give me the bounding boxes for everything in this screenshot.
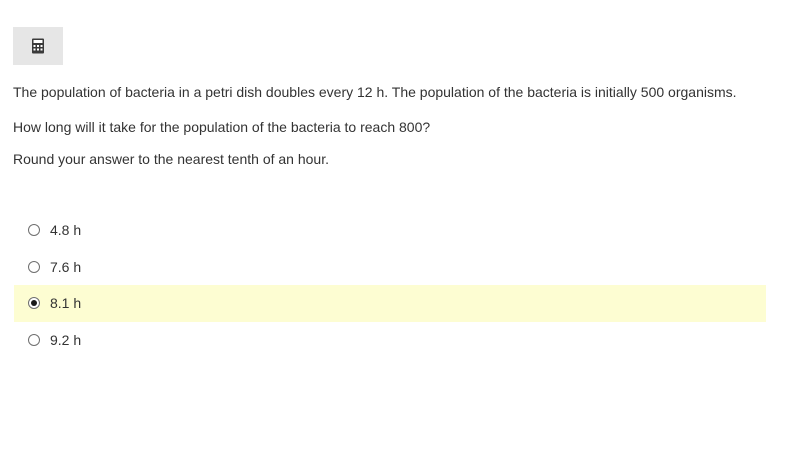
answer-option[interactable]: 9.2 h <box>14 322 766 359</box>
radio-button[interactable] <box>28 224 40 237</box>
question-prompt: How long will it take for the population… <box>13 119 431 135</box>
answer-options: 4.8 h 7.6 h 8.1 h 9.2 h <box>14 212 766 358</box>
answer-option[interactable]: 4.8 h <box>14 212 766 249</box>
calculator-icon <box>32 38 44 54</box>
calculator-button[interactable] <box>13 27 63 65</box>
question-instruction: Round your answer to the nearest tenth o… <box>13 151 329 167</box>
radio-button[interactable] <box>28 297 40 310</box>
answer-option-label: 4.8 h <box>50 222 82 239</box>
radio-button[interactable] <box>28 333 40 346</box>
question-stem: The population of bacteria in a petri di… <box>13 84 737 100</box>
answer-option[interactable]: 8.1 h <box>14 285 766 322</box>
answer-option-label: 8.1 h <box>50 295 82 312</box>
radio-button[interactable] <box>28 260 40 273</box>
answer-option[interactable]: 7.6 h <box>14 249 766 286</box>
answer-option-label: 9.2 h <box>50 331 82 348</box>
answer-option-label: 7.6 h <box>50 258 82 275</box>
question-page: The population of bacteria in a petri di… <box>0 0 795 471</box>
